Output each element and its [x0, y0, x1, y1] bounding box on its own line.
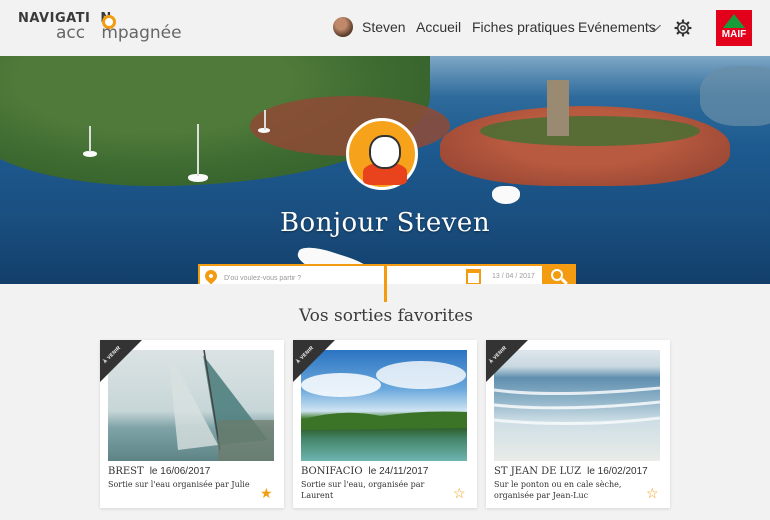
- departure-search-input[interactable]: [224, 269, 454, 284]
- star-icon[interactable]: ☆: [453, 486, 467, 500]
- favorites-heading: Vos sorties favorites: [298, 306, 474, 326]
- hero-far-coast: [700, 66, 770, 126]
- hero-mast: [89, 126, 91, 152]
- partner-logo-triangle: [723, 14, 745, 28]
- logo-bottom-text: acc mpagnée: [56, 23, 182, 43]
- hero-mast: [197, 124, 199, 176]
- mascot-face: [369, 135, 401, 169]
- nav-sheets-link[interactable]: Fiches pratiques: [472, 19, 575, 35]
- card-date: le 16/02/2017: [587, 466, 648, 477]
- date-field[interactable]: 13 / 04 / 2017: [492, 273, 535, 280]
- hero-tower: [547, 80, 569, 136]
- card-place: BONIFACIO: [301, 466, 363, 477]
- section-divider: [384, 266, 387, 302]
- hero-mast: [264, 110, 266, 130]
- card-description: Sortie sur l'eau, organisée par Laurent: [301, 480, 425, 500]
- favorite-card[interactable]: À VENIR BONIFACIO le 24/11/2017 Sortie su…: [293, 340, 477, 508]
- map-pin-icon: [202, 267, 220, 284]
- search-button[interactable]: [542, 264, 576, 284]
- card-title: BREST le 16/06/2017: [108, 466, 210, 477]
- card-title: ST JEAN DE LUZ le 16/02/2017: [494, 466, 648, 477]
- favorite-card[interactable]: À VENIR BREST le 16/06/2017 Sortie sur l'…: [100, 340, 284, 508]
- nav-home-link[interactable]: Accueil: [416, 19, 461, 35]
- card-place: BREST: [108, 466, 144, 477]
- hero-island-vegetation: [480, 116, 700, 146]
- top-header: NAVIGATI N acc mpagnée Steven Accueil Fi…: [0, 0, 770, 56]
- search-icon-handle: [561, 277, 568, 284]
- star-icon[interactable]: ☆: [646, 486, 660, 500]
- gear-icon[interactable]: [674, 19, 692, 37]
- favorite-card[interactable]: À VENIR ST JEAN DE LUZ le 16/02/2017 Sur …: [486, 340, 670, 508]
- partner-logo-text: MAIF: [721, 29, 747, 40]
- star-icon[interactable]: ★: [260, 486, 274, 500]
- partner-logo[interactable]: MAIF: [716, 10, 752, 46]
- card-date: le 24/11/2017: [368, 466, 429, 477]
- mascot-avatar: [346, 118, 418, 190]
- card-title: BONIFACIO le 24/11/2017: [301, 466, 428, 477]
- hero-motorboat: [492, 186, 520, 204]
- card-description: Sur le ponton ou en cale sèche, organisé…: [494, 480, 622, 500]
- calendar-icon[interactable]: [466, 269, 481, 284]
- nav-events-link[interactable]: Evénements: [578, 19, 656, 35]
- greeting-heading: Bonjour Steven: [279, 208, 491, 238]
- card-date: le 16/06/2017: [149, 466, 211, 477]
- card-place: ST JEAN DE LUZ: [494, 466, 582, 477]
- avatar[interactable]: [333, 17, 353, 37]
- user-menu-name[interactable]: Steven: [362, 19, 406, 35]
- hero-banner: Bonjour Steven 13 / 04 / 2017: [0, 56, 770, 284]
- site-logo[interactable]: NAVIGATI N acc mpagnée: [18, 11, 193, 43]
- card-description: Sortie sur l'eau organisée par Julie: [108, 480, 250, 489]
